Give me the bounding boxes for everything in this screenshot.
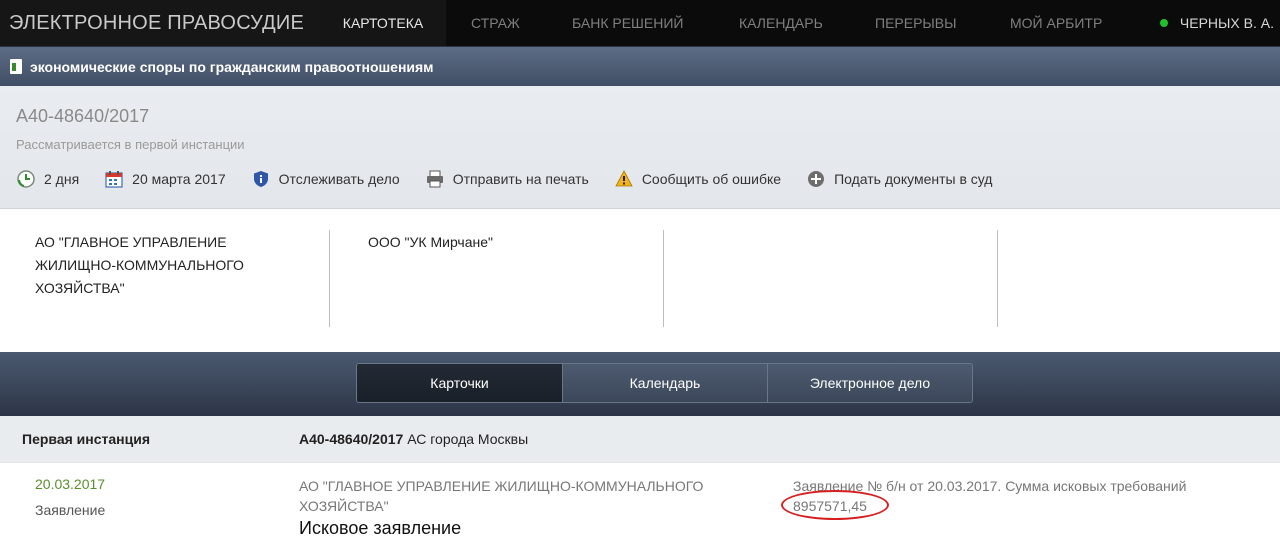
submit-documents-button[interactable]: Подать документы в суд — [807, 170, 992, 188]
case-status: Рассматривается в первой инстанции — [16, 137, 245, 152]
shield-icon — [253, 171, 268, 187]
warning-icon — [615, 170, 633, 187]
nav-strazh[interactable]: СТРАЖ — [471, 0, 520, 46]
case-number: А40-48640/2017 — [16, 106, 150, 126]
top-nav: ЭЛЕКТРОННОЕ ПРАВОСУДИЕ КАРТОТЕКА СТРАЖ Б… — [0, 0, 1280, 46]
plaintiff-name[interactable]: АО "ГЛАВНОЕ УПРАВЛЕНИЕ ЖИЛИЩНО-КОММУНАЛЬ… — [35, 231, 295, 300]
submit-documents-label: Подать документы в суд — [834, 171, 993, 187]
instance-title: Первая инстанция — [22, 431, 150, 447]
instance-case: А40-48640/2017 АС города Москвы — [299, 431, 528, 447]
case-actions: 2 дня 20 марта 2017 Отслеживать дело Отп… — [17, 170, 1018, 188]
date-label: 20 марта 2017 — [132, 171, 226, 187]
event-document-link[interactable]: Исковое заявление — [299, 518, 461, 539]
instance-court: АС города Москвы — [407, 431, 529, 447]
category-label: экономические споры по гражданским право… — [30, 58, 434, 75]
print-button[interactable]: Отправить на печать — [426, 170, 589, 188]
report-error-button[interactable]: Сообщить об ошибке — [615, 170, 781, 188]
view-tabs: Карточки Календарь Электронное дело — [356, 363, 973, 403]
tab-calendar[interactable]: Календарь — [562, 364, 767, 402]
divider — [663, 230, 664, 327]
brand-logo[interactable]: ЭЛЕКТРОННОЕ ПРАВОСУДИЕ — [0, 0, 320, 46]
nav-breaks[interactable]: ПЕРЕРЫВЫ — [875, 0, 957, 46]
event-type: Заявление — [35, 502, 106, 518]
nav-bank-resheniy[interactable]: БАНК РЕШЕНИЙ — [572, 0, 683, 46]
event-party: АО "ГЛАВНОЕ УПРАВЛЕНИЕ ЖИЛИЩНО-КОММУНАЛЬ… — [299, 478, 704, 514]
user-menu[interactable]: ЧЕРНЫХ В. А. — [1159, 0, 1274, 46]
track-case-label: Отслеживать дело — [278, 171, 400, 187]
date-indicator: 20 марта 2017 — [105, 170, 226, 188]
event-row: 20.03.2017 Заявление АО "ГЛАВНОЕ УПРАВЛЕ… — [0, 462, 1280, 548]
event-date: 20.03.2017 — [35, 476, 106, 492]
days-label: 2 дня — [44, 171, 80, 187]
clock-icon — [17, 170, 35, 188]
online-status-icon — [1159, 19, 1168, 27]
divider — [997, 230, 998, 327]
tabs-bar: Карточки Календарь Электронное дело — [0, 352, 1280, 416]
track-case-button[interactable]: Отслеживать дело — [252, 170, 400, 188]
plus-circle-icon — [808, 171, 825, 187]
nav-kartoteka[interactable]: КАРТОТЕКА — [320, 0, 446, 46]
report-error-label: Сообщить об ошибке — [641, 171, 782, 187]
days-indicator: 2 дня — [17, 170, 79, 188]
defendant-name[interactable]: ООО "УК Мирчане" — [368, 231, 648, 254]
claim-amount: 8957571,45 — [781, 490, 889, 520]
user-name: ЧЕРНЫХ В. А. — [1179, 15, 1274, 31]
nav-my-arbitr[interactable]: МОЙ АРБИТР — [1010, 0, 1102, 46]
printer-icon — [426, 170, 443, 188]
nav-calendar[interactable]: КАЛЕНДАРЬ — [739, 0, 823, 46]
tab-cards[interactable]: Карточки — [357, 364, 562, 402]
instance-case-number: А40-48640/2017 — [299, 431, 404, 447]
instance-header[interactable]: Первая инстанция А40-48640/2017 АС город… — [0, 416, 1280, 462]
category-bar: экономические споры по гражданским право… — [0, 46, 1280, 86]
divider — [329, 230, 330, 327]
case-header: А40-48640/2017 Рассматривается в первой … — [0, 86, 1280, 209]
print-label: Отправить на печать — [452, 171, 589, 187]
document-icon — [10, 59, 22, 74]
calendar-icon — [105, 171, 123, 188]
tab-electronic-case[interactable]: Электронное дело — [767, 364, 972, 402]
event-description: Заявление № б/н от 20.03.2017. Сумма иск… — [781, 476, 1263, 520]
highlight-circle — [781, 490, 889, 520]
parties-panel: АО "ГЛАВНОЕ УПРАВЛЕНИЕ ЖИЛИЩНО-КОММУНАЛЬ… — [0, 209, 1280, 352]
